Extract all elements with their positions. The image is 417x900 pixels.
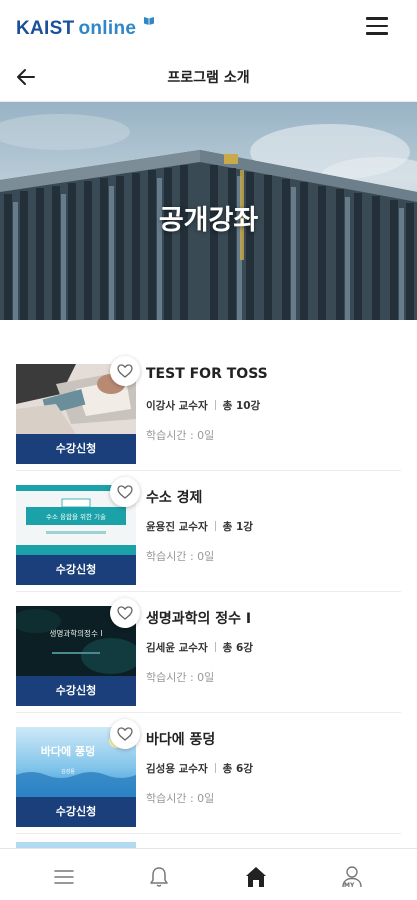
meta-divider (214, 521, 216, 531)
top-bar: KAIST online (0, 0, 417, 52)
hamburger-menu-icon[interactable] (366, 17, 388, 35)
kaist-online-logo[interactable]: KAIST online (16, 18, 136, 40)
list-divider (16, 833, 401, 834)
course-instructor: 김세윤 교수자 (146, 642, 208, 654)
course-lectures: 총 6강 (222, 763, 253, 775)
meta-divider (214, 642, 216, 652)
course-instructor: 윤용진 교수자 (146, 521, 208, 533)
course-title[interactable]: TEST FOR TOSS (146, 366, 268, 382)
thumbnail-text: 바다에 풍덩 (41, 744, 95, 758)
thumbnail-text: 수소 융합을 위한 기술 (46, 512, 106, 521)
course-meta: 김세윤 교수자 총 6강 (146, 640, 253, 655)
course-lectures: 총 6강 (222, 642, 253, 654)
course-study-time: 학습시간 : 0일 (146, 429, 215, 442)
course-instructor: 김성용 교수자 (146, 763, 208, 775)
logo-online-text: online (78, 18, 137, 39)
course-lectures: 총 10강 (222, 400, 261, 412)
list-divider (16, 712, 401, 713)
thumbnail-subtext: 김성용 (61, 768, 75, 775)
enroll-button[interactable]: 수강신청 (16, 555, 136, 585)
logo-kaist-text: KAIST (16, 18, 75, 39)
course-meta: 이강사 교수자 총 10강 (146, 398, 260, 413)
page-header: 프로그램 소개 (0, 52, 417, 102)
page-title: 프로그램 소개 (167, 70, 250, 86)
hero-title: 공개강좌 (158, 205, 259, 236)
course-card[interactable]: 생명과학의정수 I 수강신청 생명과학의 정수 Ⅰ 김세윤 교수자 총 6강 학습… (16, 598, 401, 706)
thumbnail-text: 생명과학의정수 I (50, 628, 103, 638)
course-study-time: 학습시간 : 0일 (146, 671, 215, 684)
course-title[interactable]: 바다에 풍덩 (146, 729, 215, 749)
menu-icon[interactable] (50, 863, 78, 891)
heart-icon[interactable] (110, 477, 140, 507)
book-icon (144, 17, 154, 25)
meta-divider (214, 763, 216, 773)
enroll-button[interactable]: 수강신청 (16, 434, 136, 464)
enroll-button[interactable]: 수강신청 (16, 797, 136, 827)
heart-icon[interactable] (110, 719, 140, 749)
meta-divider (214, 400, 216, 410)
list-divider (16, 591, 401, 592)
course-title[interactable]: 생명과학의 정수 Ⅰ (146, 608, 251, 628)
course-card[interactable]: 수강신청 TEST FOR TOSS 이강사 교수자 총 10강 학습시간 : 0… (16, 356, 401, 464)
course-meta: 김성용 교수자 총 6강 (146, 761, 253, 776)
heart-icon[interactable] (110, 598, 140, 628)
course-card[interactable]: 수소 융합을 위한 기술 수강신청 수소 경제 윤용진 교수자 총 1강 학습시간… (16, 477, 401, 585)
course-title[interactable]: 수소 경제 (146, 487, 202, 507)
bell-icon[interactable] (145, 863, 173, 891)
home-icon[interactable] (242, 863, 270, 891)
user-icon[interactable]: MY (338, 863, 366, 891)
my-label: MY (344, 882, 355, 889)
course-card[interactable]: 바다에 풍덩 김성용 수강신청 바다에 풍덩 김성용 교수자 총 6강 학습시간 … (16, 719, 401, 827)
course-lectures: 총 1강 (222, 521, 253, 533)
enroll-button[interactable]: 수강신청 (16, 676, 136, 706)
bottom-nav: MY (0, 848, 417, 900)
course-study-time: 학습시간 : 0일 (146, 792, 215, 805)
hero-banner: 공개강좌 (0, 102, 417, 320)
course-study-time: 학습시간 : 0일 (146, 550, 215, 563)
list-divider (16, 470, 401, 471)
course-instructor: 이강사 교수자 (146, 400, 208, 412)
course-meta: 윤용진 교수자 총 1강 (146, 519, 253, 534)
heart-icon[interactable] (110, 356, 140, 386)
